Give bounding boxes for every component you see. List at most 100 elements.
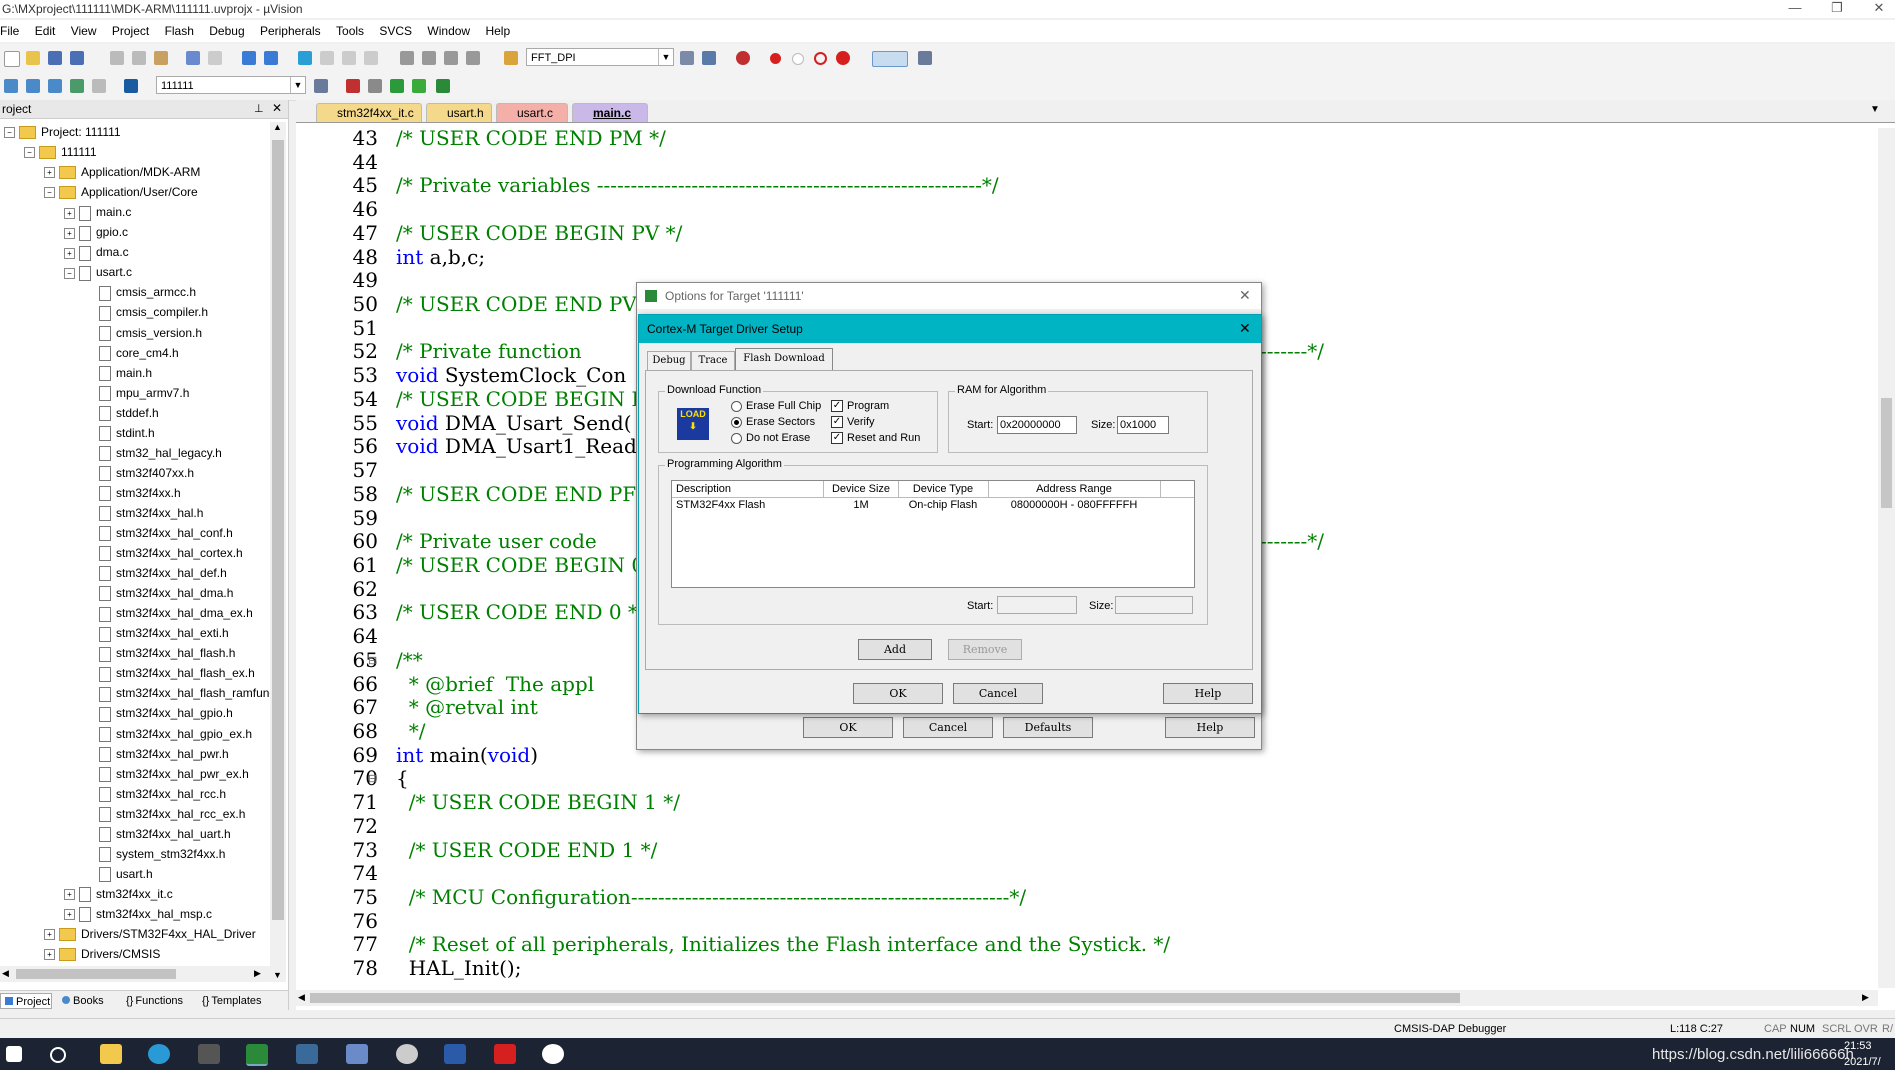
code-line[interactable]: /* USER CODE END PM */ bbox=[396, 126, 666, 150]
breakpoint-disable-all-icon[interactable] bbox=[814, 52, 827, 65]
tree-file[interactable]: + dma.c bbox=[64, 242, 129, 262]
redo-icon[interactable] bbox=[208, 51, 222, 65]
pack-installer-icon[interactable] bbox=[412, 79, 426, 93]
translate-icon[interactable] bbox=[4, 79, 18, 93]
code-line[interactable]: /* Reset of all peripherals, Initializes… bbox=[396, 932, 1170, 956]
code-line[interactable]: /** bbox=[396, 648, 423, 672]
scroll-right-icon[interactable]: ▶ bbox=[1862, 992, 1869, 1003]
options-help-button[interactable]: Help bbox=[1165, 717, 1255, 738]
expand-icon[interactable]: + bbox=[44, 167, 55, 179]
code-line[interactable]: /* USER CODE END PV bbox=[396, 292, 637, 316]
tree-file[interactable]: + main.c bbox=[64, 202, 131, 222]
checkbox-icon[interactable]: ✓ bbox=[831, 416, 843, 429]
tree-include-file[interactable]: stdint.h bbox=[84, 423, 155, 443]
collapse-icon[interactable]: − bbox=[24, 147, 35, 159]
tree-include-file[interactable]: cmsis_version.h bbox=[84, 323, 202, 343]
menu-window[interactable]: Window bbox=[421, 20, 476, 38]
youdao-icon[interactable] bbox=[494, 1044, 516, 1064]
code-line[interactable]: /* USER CODE BEGIN 0 bbox=[396, 553, 644, 577]
incremental-find-icon[interactable] bbox=[702, 51, 716, 65]
tab-main-c[interactable]: main.c bbox=[572, 103, 648, 122]
tree-group-user-core[interactable]: − Application/User/Core bbox=[44, 182, 198, 202]
tool-icon[interactable] bbox=[296, 1044, 318, 1064]
tab-books[interactable]: Books bbox=[58, 993, 104, 1009]
breakpoint-disable-icon[interactable] bbox=[792, 53, 804, 65]
unindent-icon[interactable] bbox=[422, 51, 436, 65]
tab-templates[interactable]: {} Templates bbox=[198, 993, 262, 1009]
load-icon[interactable] bbox=[124, 79, 138, 93]
batch-build-icon[interactable] bbox=[70, 79, 84, 93]
tree-include-file[interactable]: stm32f4xx_hal_rcc.h bbox=[84, 784, 226, 804]
configure-icon[interactable] bbox=[918, 51, 932, 65]
tree-group-mdk-arm[interactable]: + Application/MDK-ARM bbox=[44, 162, 200, 182]
close-icon[interactable]: ✕ bbox=[1864, 0, 1894, 16]
tab-functions[interactable]: {} Functions bbox=[122, 993, 183, 1009]
save-all-icon[interactable] bbox=[70, 51, 84, 65]
breakpoint-kill-all-icon[interactable] bbox=[836, 51, 850, 65]
code-line[interactable]: * @retval int bbox=[396, 695, 538, 719]
nav-forward-icon[interactable] bbox=[264, 51, 278, 65]
nav-back-icon[interactable] bbox=[242, 51, 256, 65]
download-checkbox[interactable]: ✓ Reset and Run bbox=[831, 432, 920, 445]
menu-view[interactable]: View bbox=[65, 20, 103, 38]
tree-target[interactable]: − 111111 bbox=[24, 142, 97, 162]
checkbox-icon[interactable]: ✓ bbox=[831, 400, 843, 413]
minimize-icon[interactable]: — bbox=[1780, 0, 1810, 15]
expand-icon[interactable]: + bbox=[44, 929, 55, 941]
scroll-thumb[interactable] bbox=[16, 969, 176, 979]
tree-include-file[interactable]: stddef.h bbox=[84, 403, 159, 423]
driver-ok-button[interactable]: OK bbox=[853, 683, 943, 704]
code-line[interactable]: /* MCU Configuration--------------------… bbox=[396, 885, 1026, 909]
menu-peripherals[interactable]: Peripherals bbox=[254, 20, 327, 38]
tab-stm32f4xx-it-c[interactable]: stm32f4xx_it.c bbox=[316, 103, 422, 122]
tree-include-file[interactable]: stm32f407xx.h bbox=[84, 463, 194, 483]
tree-include-file[interactable]: stm32f4xx_hal_rcc_ex.h bbox=[84, 804, 245, 824]
manage-project-icon[interactable] bbox=[346, 79, 360, 93]
chevron-down-icon[interactable]: ▼ bbox=[290, 77, 305, 93]
tree-include-file[interactable]: mpu_armv7.h bbox=[84, 383, 189, 403]
editor-vscrollbar[interactable] bbox=[1878, 128, 1895, 988]
edge-icon[interactable] bbox=[148, 1044, 170, 1064]
code-line[interactable]: void DMA_Usart_Send( bbox=[396, 411, 632, 435]
radio-icon[interactable] bbox=[731, 432, 742, 444]
tree-include-file[interactable]: stm32_hal_legacy.h bbox=[84, 443, 222, 463]
run-time-env-icon[interactable] bbox=[436, 79, 450, 93]
tree-include-file[interactable]: stm32f4xx_hal_uart.h bbox=[84, 824, 231, 844]
download-checkbox[interactable]: ✓ Verify bbox=[831, 416, 875, 429]
debug-start-icon[interactable] bbox=[736, 51, 750, 65]
rebuild-icon[interactable] bbox=[48, 79, 62, 93]
tree-include-file[interactable]: stm32f4xx_hal_dma.h bbox=[84, 583, 233, 603]
tree-include-file[interactable]: core_cm4.h bbox=[84, 343, 179, 363]
code-line[interactable]: void SystemClock_Con bbox=[396, 363, 626, 387]
undo-icon[interactable] bbox=[186, 51, 200, 65]
tree-include-file[interactable]: stm32f4xx_hal_pwr_ex.h bbox=[84, 764, 249, 784]
tab-usart-h[interactable]: usart.h bbox=[426, 103, 492, 122]
stm32cubemx-icon[interactable] bbox=[444, 1044, 466, 1064]
code-line[interactable]: /* USER CODE END 1 */ bbox=[396, 838, 658, 862]
code-line[interactable]: int main(void) bbox=[396, 743, 538, 767]
col-device-type[interactable]: Device Type bbox=[898, 481, 989, 497]
expand-icon[interactable]: + bbox=[44, 949, 55, 961]
scroll-thumb[interactable] bbox=[310, 993, 1460, 1003]
keil-uvision-icon[interactable] bbox=[246, 1044, 268, 1066]
window-layout-icon[interactable] bbox=[872, 51, 908, 67]
code-line[interactable]: /* USER CODE BEGIN PV */ bbox=[396, 221, 682, 245]
code-line[interactable]: /* USER CODE BEGIN P bbox=[396, 387, 645, 411]
cut-icon[interactable] bbox=[110, 51, 124, 65]
close-icon[interactable]: ✕ bbox=[1239, 320, 1251, 337]
menu-edit[interactable]: Edit bbox=[29, 20, 62, 38]
select-packs-icon[interactable] bbox=[390, 79, 404, 93]
file-explorer-icon[interactable] bbox=[100, 1044, 122, 1064]
tree-include-file[interactable]: cmsis_compiler.h bbox=[84, 302, 208, 322]
code-line[interactable]: int a,b,c; bbox=[396, 245, 485, 269]
uncomment-icon[interactable] bbox=[466, 51, 480, 65]
tree-project-root[interactable]: − Project: 111111 bbox=[4, 122, 121, 142]
expand-icon[interactable]: + bbox=[64, 909, 75, 921]
copy-icon[interactable] bbox=[132, 51, 146, 65]
radio-icon[interactable] bbox=[731, 400, 742, 412]
find-in-files-icon[interactable] bbox=[504, 51, 518, 65]
options-cancel-button[interactable]: Cancel bbox=[903, 717, 993, 738]
windows-start-icon[interactable] bbox=[6, 1046, 22, 1062]
tree-include-file[interactable]: stm32f4xx_hal_conf.h bbox=[84, 523, 233, 543]
erase-radio[interactable]: Erase Sectors bbox=[731, 416, 815, 428]
